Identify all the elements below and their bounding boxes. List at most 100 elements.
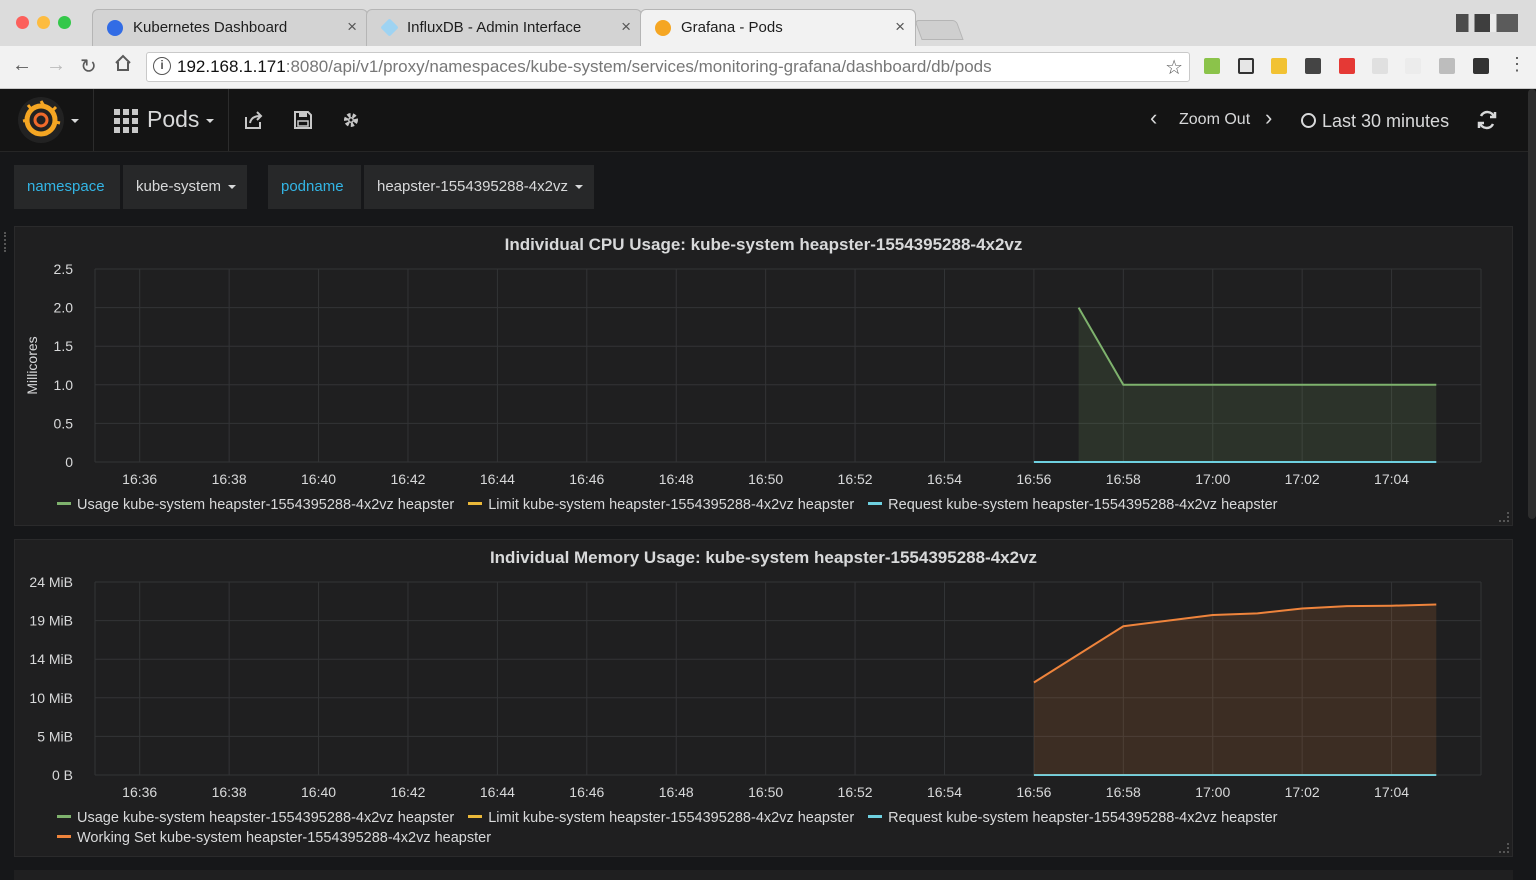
legend-item[interactable]: Request kube-system heapster-1554395288-… [868, 810, 1278, 826]
legend-item[interactable]: Request kube-system heapster-1554395288-… [868, 497, 1278, 513]
legend-item[interactable]: Usage kube-system heapster-1554395288-4x… [57, 497, 454, 513]
cpu-usage-chart[interactable]: 2.5 2.0 1.5 1.0 0.5 0 16:36 16:38 16:40 16:42 16:4… [15, 227, 1512, 525]
reload-icon[interactable]: ↻ [80, 54, 97, 79]
x-tick-label: 17:04 [1374, 784, 1409, 800]
address-bar[interactable]: i 192.168.1.171:8080/api/v1/proxy/namesp… [146, 52, 1190, 82]
new-tab-button[interactable] [914, 20, 964, 40]
zoom-out-button[interactable]: Zoom Out [1179, 111, 1250, 129]
chevron-down-icon[interactable] [71, 119, 79, 123]
browser-tab[interactable]: InfluxDB - Admin Interface × [366, 9, 642, 46]
y-tick-label: 24 MiB [29, 574, 73, 590]
extension-icon[interactable] [1405, 58, 1421, 74]
close-window-button[interactable] [16, 16, 29, 29]
kubernetes-icon [107, 20, 123, 36]
variable-select-podname[interactable]: heapster-1554395288-4x2vz [364, 165, 594, 209]
extension-icon[interactable] [1339, 58, 1355, 74]
legend-item[interactable]: Usage kube-system heapster-1554395288-4x… [57, 810, 454, 826]
close-tab-icon[interactable]: × [347, 17, 357, 37]
variable-select-namespace[interactable]: kube-system [123, 165, 247, 209]
legend-item[interactable]: Limit kube-system heapster-1554395288-4x… [468, 497, 854, 513]
x-tick-label: 16:40 [301, 784, 336, 800]
save-icon[interactable] [292, 109, 314, 131]
minimize-window-button[interactable] [37, 16, 50, 29]
variable-label-text: namespace [27, 178, 105, 195]
legend-swatch [868, 502, 883, 506]
bookmark-star-icon[interactable]: ☆ [1165, 55, 1183, 80]
extension-icon[interactable] [1473, 58, 1489, 74]
extension-icon[interactable] [1204, 58, 1220, 74]
share-icon[interactable] [243, 109, 265, 131]
grafana-logo[interactable] [18, 97, 64, 143]
extension-icon[interactable] [1238, 58, 1254, 74]
info-icon[interactable]: i [153, 57, 171, 75]
x-tick-label: 16:48 [659, 471, 694, 487]
y-tick-label: 2.5 [54, 261, 74, 277]
x-tick-label: 16:58 [1106, 471, 1141, 487]
y-tick-label: 5 MiB [37, 728, 73, 744]
x-tick-label: 16:36 [122, 784, 157, 800]
url-path: :8080/api/v1/proxy/namespaces/kube-syste… [285, 57, 992, 76]
profile-avatar[interactable] [1456, 14, 1518, 32]
extension-icon[interactable] [1271, 58, 1287, 74]
cpu-usage-panel: Individual CPU Usage: kube-system heapst… [14, 226, 1513, 526]
x-tick-label: 16:44 [480, 471, 515, 487]
x-tick-label: 16:38 [212, 471, 247, 487]
divider [228, 89, 229, 151]
extension-icon[interactable] [1439, 58, 1455, 74]
variable-value-text: heapster-1554395288-4x2vz [377, 178, 568, 195]
legend-swatch [57, 502, 71, 506]
legend-item[interactable]: Limit kube-system heapster-1554395288-4x… [468, 810, 854, 826]
x-tick-label: 17:04 [1374, 471, 1409, 487]
y-axis-label: Millicores [24, 336, 40, 394]
y-tick-label: 10 MiB [29, 690, 73, 706]
back-arrow-icon[interactable]: ← [12, 54, 32, 77]
gear-icon[interactable] [340, 109, 362, 131]
x-tick-label: 16:52 [838, 471, 873, 487]
browser-menu-icon[interactable]: ⋮ [1508, 54, 1526, 75]
close-tab-icon[interactable]: × [895, 17, 905, 37]
divider [93, 89, 94, 151]
x-tick-label: 16:54 [927, 784, 962, 800]
forward-arrow-icon[interactable]: → [46, 54, 66, 77]
legend-item[interactable]: Working Set kube-system heapster-1554395… [57, 830, 491, 846]
dashboard-title[interactable]: Pods [147, 106, 215, 133]
chevron-left-icon[interactable]: ‹ [1150, 105, 1157, 131]
time-range-picker[interactable]: Last 30 minutes [1322, 111, 1449, 132]
legend-label: Request kube-system heapster-1554395288-… [888, 810, 1278, 826]
x-tick-label: 17:00 [1195, 471, 1230, 487]
legend-swatch [57, 815, 71, 819]
resize-handle[interactable] [1499, 843, 1509, 853]
series-area [1033, 604, 1437, 775]
chevron-right-icon[interactable]: › [1265, 105, 1272, 131]
x-tick-label: 16:46 [569, 784, 604, 800]
grafana-icon [655, 20, 671, 36]
extension-icon[interactable] [1372, 58, 1388, 74]
home-icon[interactable] [114, 54, 132, 78]
memory-usage-panel: Individual Memory Usage: kube-system hea… [14, 539, 1513, 857]
browser-tab[interactable]: Kubernetes Dashboard × [92, 9, 368, 46]
drag-handle[interactable] [4, 232, 10, 252]
resize-handle[interactable] [1499, 512, 1509, 522]
refresh-icon[interactable] [1476, 109, 1498, 131]
browser-tab-active[interactable]: Grafana - Pods × [640, 9, 916, 46]
dashboard-title-text: Pods [147, 106, 200, 132]
legend-label: Usage kube-system heapster-1554395288-4x… [77, 810, 455, 826]
x-tick-label: 17:02 [1285, 471, 1320, 487]
legend-row: Usage kube-system heapster-1554395288-4x… [57, 810, 1292, 826]
memory-usage-chart[interactable]: 24 MiB 19 MiB 14 MiB 10 MiB 5 MiB 0 B 16:36 16:… [15, 540, 1512, 856]
variable-label-podname: podname [268, 165, 361, 209]
dashboard-grid-icon[interactable] [114, 109, 138, 133]
y-tick-label: 0 B [52, 767, 73, 783]
y-tick-label: 1.5 [54, 338, 74, 354]
extension-icon[interactable] [1305, 58, 1321, 74]
legend-label: Limit kube-system heapster-1554395288-4x… [488, 810, 855, 826]
maximize-window-button[interactable] [58, 16, 71, 29]
x-tick-label: 16:52 [838, 784, 873, 800]
page-scrollbar[interactable] [1528, 89, 1536, 519]
y-tick-label: 2.0 [54, 300, 74, 316]
url-host: 192.168.1.171 [177, 57, 286, 76]
y-tick-label: 19 MiB [29, 613, 73, 629]
x-tick-label: 16:54 [927, 471, 962, 487]
x-tick-label: 17:02 [1285, 784, 1320, 800]
close-tab-icon[interactable]: × [621, 17, 631, 37]
